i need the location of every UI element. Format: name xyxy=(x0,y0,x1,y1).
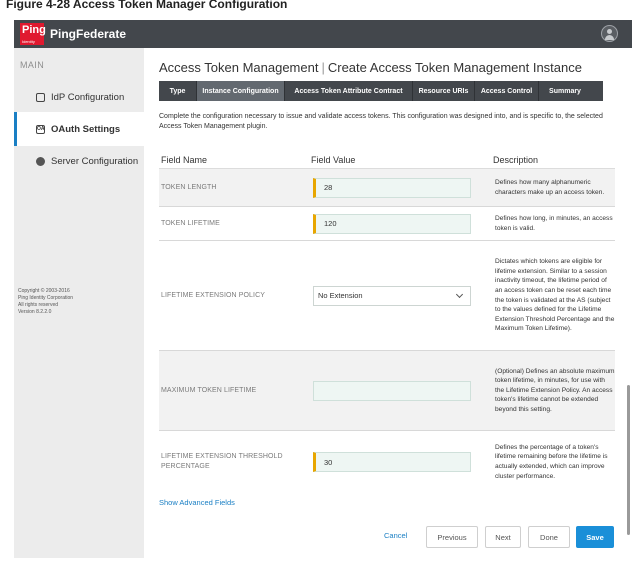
sidebar-item-label: Server Configuration xyxy=(51,155,139,167)
tab-resource-uris[interactable]: Resource URIs xyxy=(413,81,475,101)
table-row-token-lifetime: TOKEN LIFETIME 120 Defines how long, in … xyxy=(159,207,615,241)
table-row-lifetime-extension-threshold: LIFETIME EXTENSION THRESHOLD PERCENTAGE … xyxy=(159,431,615,493)
title-separator: | xyxy=(321,60,325,75)
field-description: Dictates which tokens are eligible for l… xyxy=(495,258,615,333)
config-table: Field Name Field Value Description TOKEN… xyxy=(159,151,615,493)
figure-caption: Figure 4-28 Access Token Manager Configu… xyxy=(0,0,644,20)
table-row-lifetime-extension-policy: LIFETIME EXTENSION POLICY No Extension D… xyxy=(159,241,615,351)
oauth-icon: OA xyxy=(36,124,45,134)
chevron-down-icon xyxy=(455,290,464,298)
ping-logo-mark: Ping Identity xyxy=(20,23,46,45)
token-lifetime-input[interactable]: 120 xyxy=(313,213,471,234)
tab-summary[interactable]: Summary xyxy=(539,81,591,101)
field-label: TOKEN LENGTH xyxy=(161,183,217,191)
rights-line: All rights reserved xyxy=(18,302,59,308)
field-description: Defines how many alphanumeric characters… xyxy=(495,178,605,196)
sidebar-section-title: MAIN xyxy=(20,60,45,70)
tab-instance-configuration[interactable]: Instance Configuration xyxy=(197,81,285,101)
page-title-page: Create Access Token Management Instance xyxy=(327,60,582,75)
field-cell: 120 xyxy=(311,213,493,234)
done-button[interactable]: Done xyxy=(528,526,570,548)
field-description: Defines how long, in minutes, an access … xyxy=(495,214,613,232)
field-description: Defines the percentage of a token's life… xyxy=(495,443,608,480)
logo-sub-text: Identity xyxy=(22,39,35,44)
product-name: PingFederate xyxy=(50,27,127,41)
field-label: LIFETIME EXTENSION THRESHOLD PERCENTAGE xyxy=(161,453,283,470)
field-label: LIFETIME EXTENSION POLICY xyxy=(161,291,266,299)
document-icon xyxy=(36,92,45,102)
pingfederate-logo[interactable]: Ping Identity PingFederate xyxy=(20,23,126,45)
header-field-value: Field Value xyxy=(311,154,356,165)
field-cell: No Extension xyxy=(311,285,493,306)
page-title-section: Access Token Management xyxy=(159,60,319,75)
button-bar: Cancel Previous Next Done Save xyxy=(144,526,632,552)
field-cell: 30 xyxy=(311,452,493,472)
wizard-tabs: Type Instance Configuration Access Token… xyxy=(159,81,603,101)
server-icon xyxy=(36,156,45,166)
company-line: Ping Identity Corporation xyxy=(18,295,74,301)
field-label: MAXIMUM TOKEN LIFETIME xyxy=(161,386,257,394)
tab-access-control[interactable]: Access Control xyxy=(475,81,539,101)
save-button[interactable]: Save xyxy=(576,526,614,548)
top-bar: Ping Identity PingFederate xyxy=(14,20,632,48)
sidebar-item-server-configuration[interactable]: Server Configuration xyxy=(14,144,144,178)
page-title: Access Token Management | Create Access To… xyxy=(159,60,582,75)
token-length-input[interactable]: 28 xyxy=(313,177,471,198)
show-advanced-fields-link[interactable]: Show Advanced Fields xyxy=(159,498,235,507)
version-line: Version 8.2.2.0 xyxy=(18,309,52,315)
table-row-token-length: TOKEN LENGTH 28 Defines how many alphanu… xyxy=(159,169,615,207)
sidebar: MAIN IdP Configuration OA OAuth Settings… xyxy=(14,48,144,558)
table-row-maximum-token-lifetime: MAXIMUM TOKEN LIFETIME (Optional) Define… xyxy=(159,351,615,431)
field-label: TOKEN LIFETIME xyxy=(161,219,220,227)
sidebar-item-idp-configuration[interactable]: IdP Configuration xyxy=(14,80,144,114)
field-cell xyxy=(311,380,493,401)
logo-mark-text: Ping xyxy=(22,24,46,36)
sidebar-item-oauth-settings[interactable]: OA OAuth Settings xyxy=(14,112,144,146)
next-button[interactable]: Next xyxy=(485,526,521,548)
main-content: Access Token Management | Create Access To… xyxy=(144,48,632,558)
tab-type[interactable]: Type xyxy=(159,81,197,101)
sidebar-item-label: IdP Configuration xyxy=(51,91,125,103)
copyright-line: Copyright © 2003-2016 xyxy=(18,288,70,294)
table-header: Field Name Field Value Description xyxy=(159,151,615,169)
header-description: Description xyxy=(493,154,539,165)
cancel-link[interactable]: Cancel xyxy=(384,531,407,540)
select-value: No Extension xyxy=(318,291,363,300)
lifetime-extension-policy-select[interactable]: No Extension xyxy=(313,285,471,306)
field-cell: 28 xyxy=(311,177,493,198)
sidebar-item-label: OAuth Settings xyxy=(51,123,121,135)
copyright-info: Copyright © 2003-2016 Ping Identity Corp… xyxy=(18,288,73,316)
intro-text: Complete the configuration necessary to … xyxy=(159,113,603,130)
previous-button[interactable]: Previous xyxy=(426,526,478,548)
tab-access-token-attribute-contract[interactable]: Access Token Attribute Contract xyxy=(285,81,413,101)
field-description: (Optional) Defines an absolute maximum t… xyxy=(495,367,615,413)
maximum-token-lifetime-input[interactable] xyxy=(313,380,471,401)
lifetime-extension-threshold-input[interactable]: 30 xyxy=(313,452,471,472)
header-field-name: Field Name xyxy=(161,154,208,165)
user-icon[interactable] xyxy=(601,25,618,42)
scrollbar[interactable] xyxy=(627,385,630,535)
